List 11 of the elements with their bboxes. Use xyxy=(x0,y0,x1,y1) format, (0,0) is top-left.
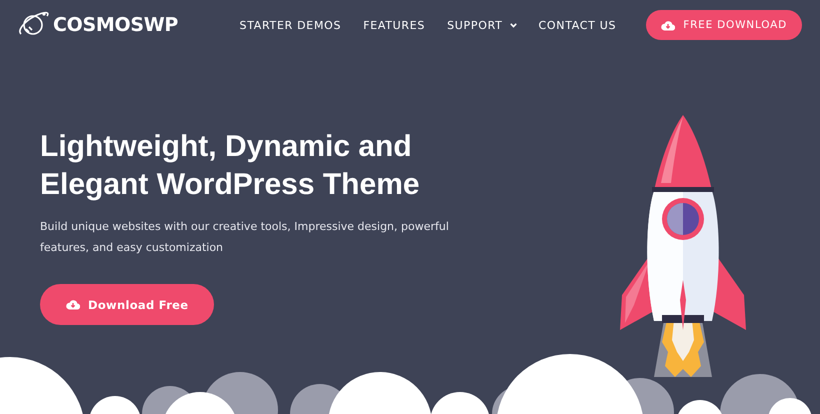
nav-link[interactable]: SUPPORT xyxy=(447,18,517,32)
nav-link[interactable]: STARTER DEMOS xyxy=(240,18,342,32)
logo-text: COSMOSWP xyxy=(53,14,178,36)
hero-description: Build unique websites with our creative tools, Impressive design, powerful features, and easy customization xyxy=(40,219,450,256)
cloud-download-icon xyxy=(66,299,80,310)
hero-title: Lightweight, Dynamic and Elegant WordPress Theme xyxy=(40,129,421,203)
cloud-download-icon xyxy=(661,20,676,30)
nav-link[interactable]: CONTACT US xyxy=(538,18,616,32)
nav-link[interactable]: FEATURES xyxy=(363,18,426,32)
free-download-button[interactable]: FREE DOWNLOAD xyxy=(646,10,802,40)
download-free-button[interactable]: Download Free xyxy=(40,284,214,325)
